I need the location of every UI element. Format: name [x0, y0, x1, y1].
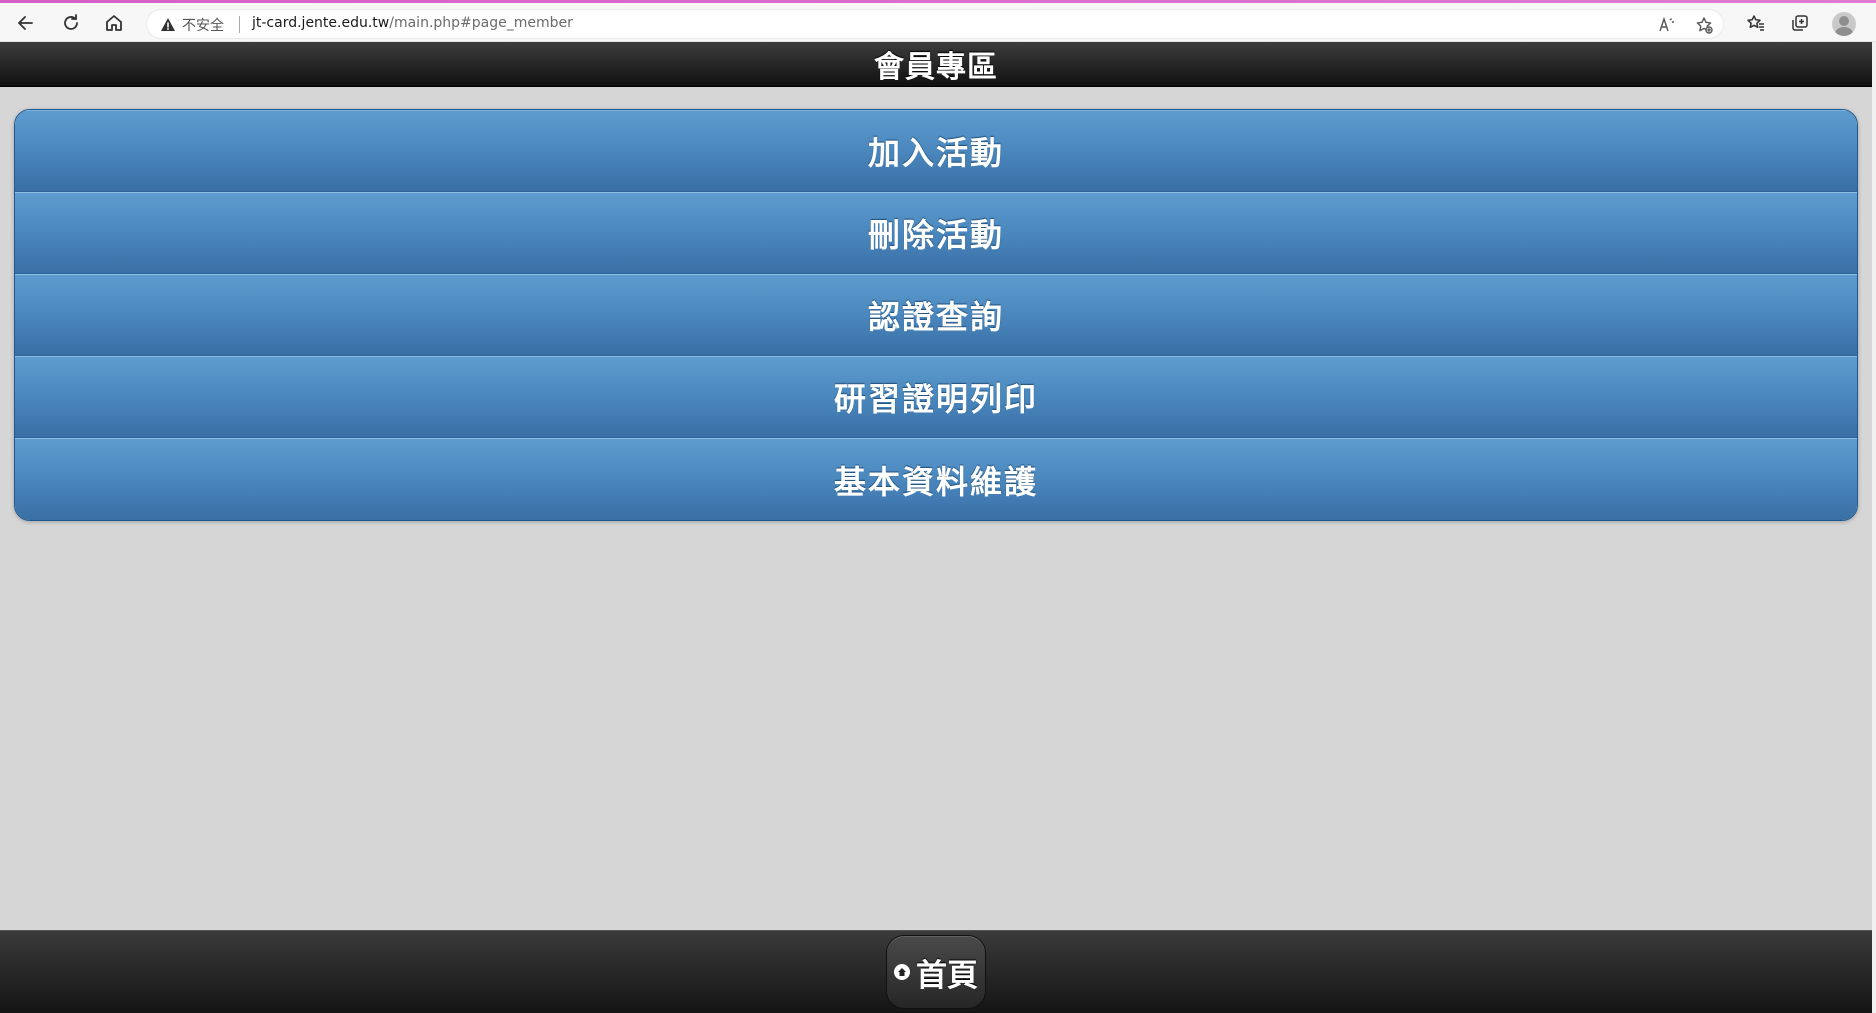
url-text[interactable]: jt-card.jente.edu.tw/main.php#page_membe…: [252, 15, 573, 31]
address-separator: [239, 16, 240, 33]
back-button[interactable]: [10, 7, 42, 39]
menu-item-label: 認證查詢: [867, 298, 1004, 336]
security-label: 不安全: [182, 18, 224, 34]
favorites-button[interactable]: [1740, 7, 1772, 39]
page-content: 會員專區 加入活動 刪除活動 認證查詢 研習證明列印 基本資料維護 首頁: [0, 42, 1872, 1013]
menu-item-profile-maintenance[interactable]: 基本資料維護: [15, 438, 1857, 520]
read-aloud-icon: [1659, 16, 1674, 32]
menu-item-label: 研習證明列印: [833, 380, 1038, 418]
page-header: 會員專區: [0, 42, 1872, 87]
home-icon: [894, 964, 910, 980]
home-button[interactable]: [98, 7, 130, 39]
address-bar[interactable]: 不安全 jt-card.jente.edu.tw/main.php#page_m…: [146, 9, 1724, 39]
member-menu: 加入活動 刪除活動 認證查詢 研習證明列印 基本資料維護: [14, 109, 1858, 521]
collections-button[interactable]: [1784, 7, 1816, 39]
scrollbar-track[interactable]: [1872, 42, 1876, 1013]
add-favorite-icon: [1696, 17, 1713, 34]
browser-window: 不安全 jt-card.jente.edu.tw/main.php#page_m…: [0, 0, 1876, 1013]
home-icon: [106, 15, 122, 31]
menu-item-print-certificate[interactable]: 研習證明列印: [15, 356, 1857, 438]
favorites-icon: [1747, 15, 1764, 31]
menu-item-label: 加入活動: [867, 134, 1004, 172]
collections-icon: [1792, 15, 1808, 31]
reload-button[interactable]: [55, 7, 87, 39]
menu-item-label: 刪除活動: [867, 216, 1004, 254]
add-favorite-button[interactable]: [1693, 14, 1715, 36]
security-indicator[interactable]: 不安全: [160, 15, 224, 35]
menu-item-label: 基本資料維護: [833, 462, 1038, 501]
url-host: jt-card.jente.edu.tw: [252, 15, 390, 31]
reload-icon: [64, 14, 78, 30]
footer-home-button[interactable]: 首頁: [886, 935, 986, 1009]
read-aloud-button[interactable]: [1656, 14, 1678, 36]
back-arrow-icon: [18, 16, 33, 30]
profile-avatar[interactable]: [1832, 12, 1856, 36]
menu-item-certification-query[interactable]: 認證查詢: [15, 274, 1857, 356]
home-button-label: 首頁: [916, 957, 978, 994]
warning-icon: [161, 18, 175, 31]
menu-item-join-activity[interactable]: 加入活動: [15, 110, 1857, 192]
url-path: /main.php#page_member: [389, 15, 573, 31]
page-title: 會員專區: [874, 50, 998, 85]
page-footer: 首頁: [0, 930, 1872, 1013]
browser-toolbar: 不安全 jt-card.jente.edu.tw/main.php#page_m…: [0, 3, 1876, 42]
menu-item-delete-activity[interactable]: 刪除活動: [15, 192, 1857, 274]
